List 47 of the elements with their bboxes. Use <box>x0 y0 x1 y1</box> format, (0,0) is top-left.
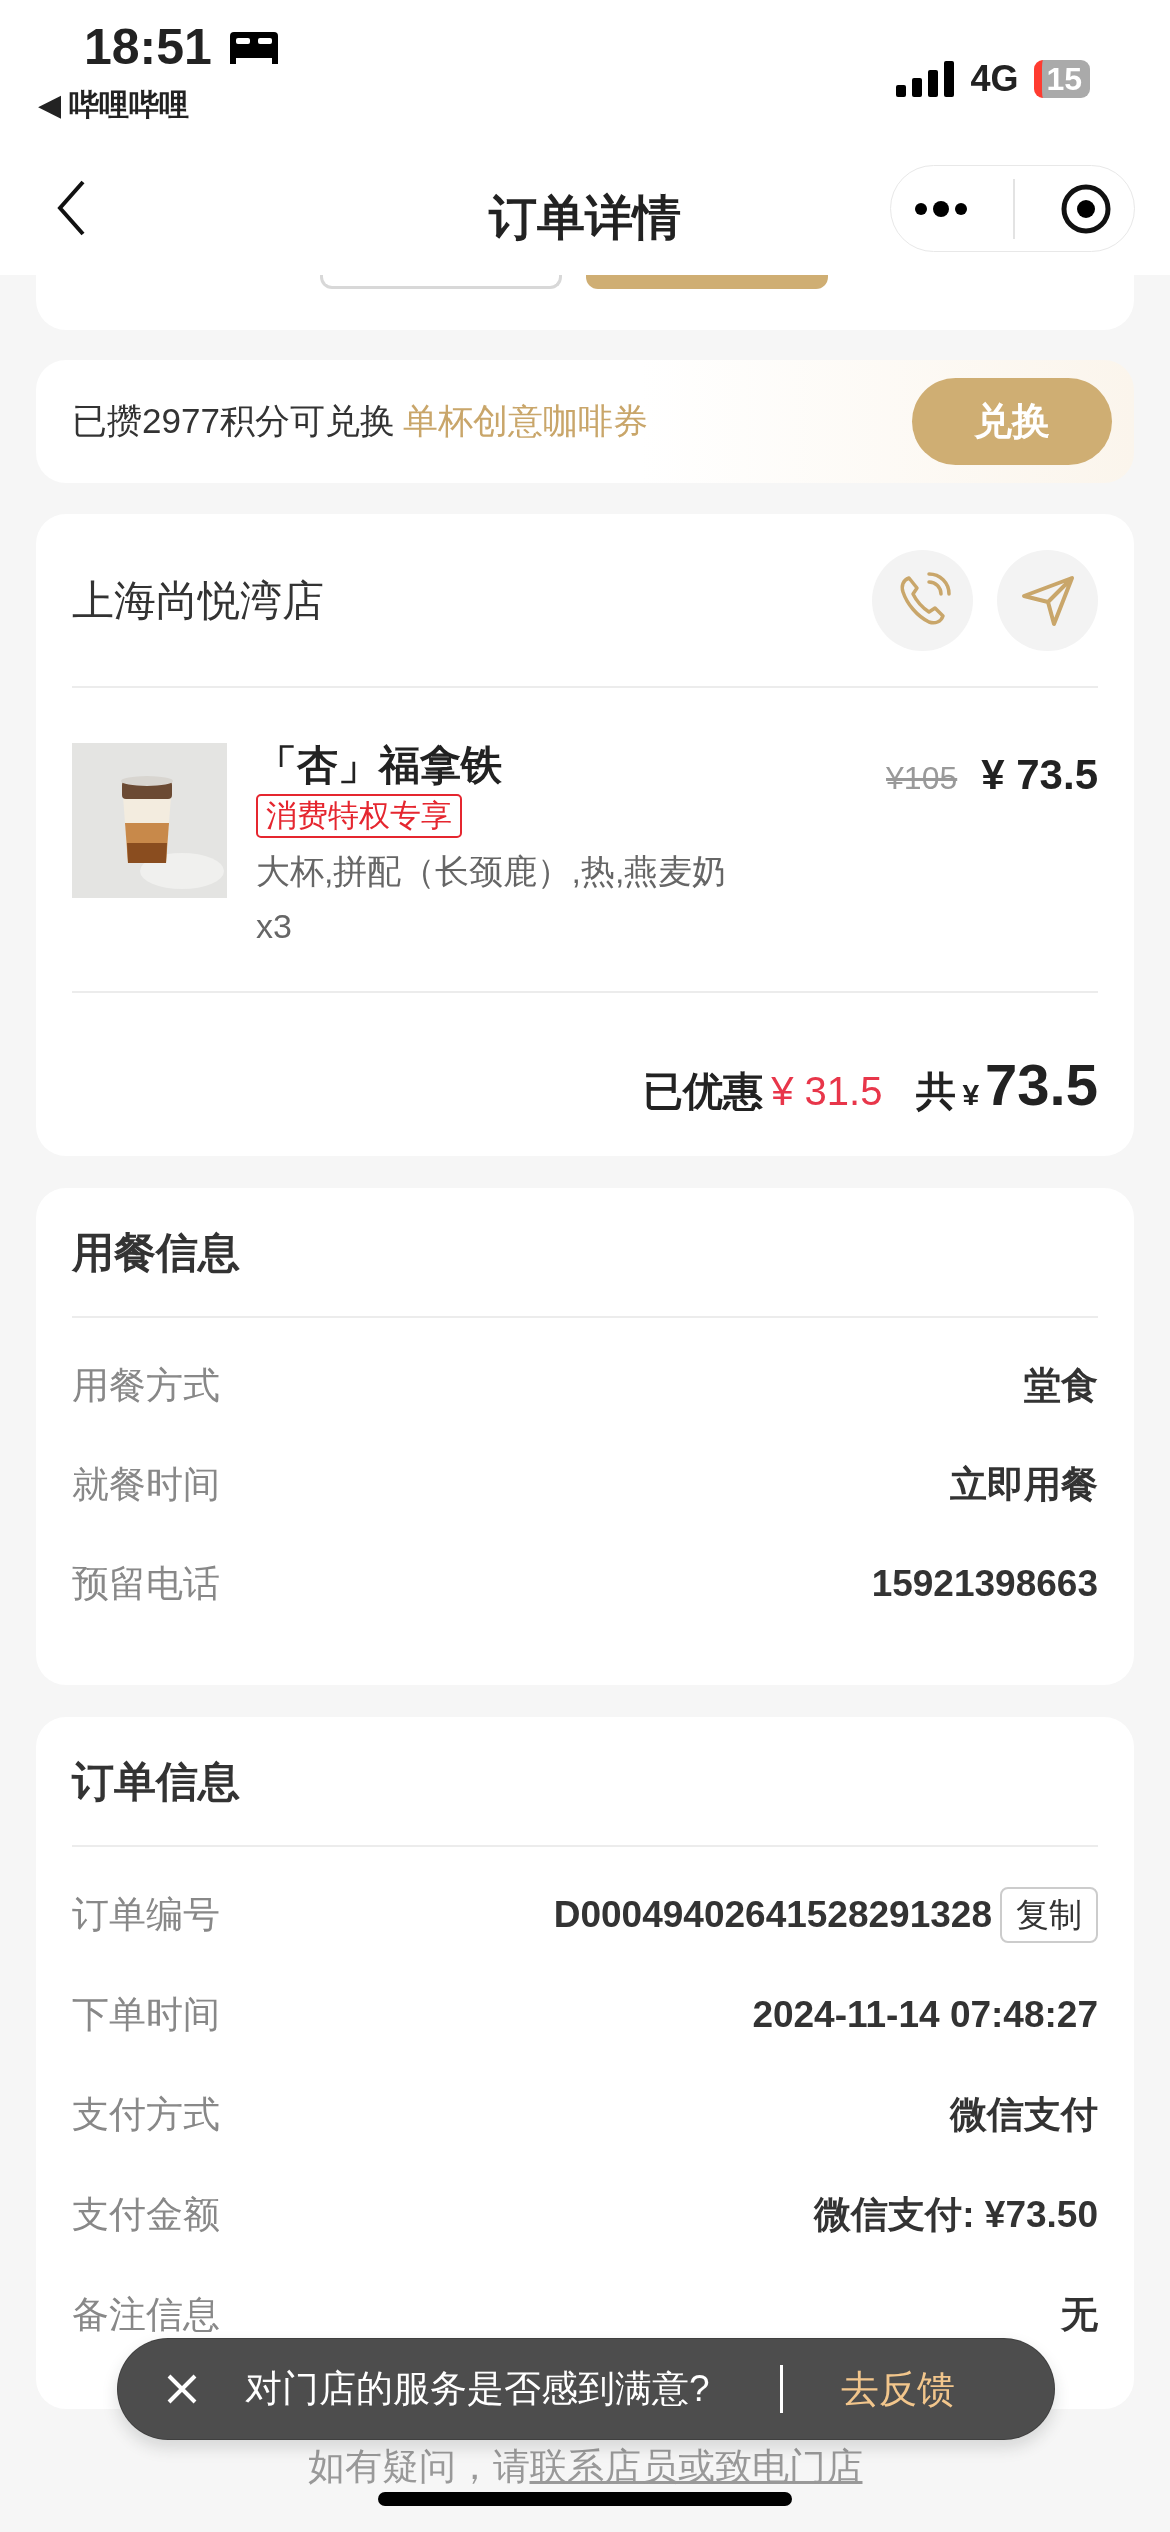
original-price: ¥105 <box>886 759 958 798</box>
copy-button[interactable]: 复制 <box>1000 1886 1098 1944</box>
field-value: 微信支付: ¥73.50 <box>814 2193 1098 2238</box>
total-label: 共 <box>916 1068 957 1115</box>
quantity: x3 <box>256 906 293 948</box>
currency-symbol: ¥ <box>962 1077 980 1113</box>
field-value: D00049402641528291328 <box>553 1893 992 1938</box>
field-label: 就餐时间 <box>72 1462 220 1507</box>
status-time: 18:51 <box>84 22 212 72</box>
field-value: 2024-11-14 07:48:27 <box>752 1993 1098 2038</box>
network-label: 4G <box>970 61 1019 97</box>
product-price: ¥ 73.5 <box>981 750 1098 800</box>
field-value: 无 <box>1061 2293 1098 2338</box>
field-value: 15921398663 <box>871 1561 1098 1606</box>
store-name: 上海尚悦湾店 <box>72 575 324 626</box>
help-text: 如有疑问，请联系店员或致电门店 <box>306 2445 864 2489</box>
back-icon[interactable] <box>56 180 86 236</box>
field-value: 微信支付 <box>950 2093 1098 2138</box>
field-label: 支付金额 <box>72 2193 220 2238</box>
field-label: 订单编号 <box>72 1893 220 1938</box>
discount-amount: ¥ 31.5 <box>771 1068 883 1115</box>
field-label: 用餐方式 <box>72 1363 220 1408</box>
section-title: 用餐信息 <box>70 1227 241 1278</box>
feedback-button[interactable]: 去反馈 <box>834 2359 961 2419</box>
field-value: 堂食 <box>1024 1363 1098 1408</box>
product-specs: 大杯,拼配（长颈鹿）,热,燕麦奶 <box>256 851 728 893</box>
field-label: 备注信息 <box>72 2293 220 2338</box>
field-label: 支付方式 <box>72 2093 220 2138</box>
more-icon[interactable] <box>913 200 970 217</box>
discount-label: 已优惠 <box>643 1068 764 1115</box>
signal-icon <box>896 61 955 97</box>
page-title: 订单详情 <box>489 189 681 246</box>
back-to-app-link[interactable]: ◀ 哔哩哔哩 <box>38 82 280 127</box>
field-label: 预留电话 <box>72 1561 220 1606</box>
product-name: 「杏」福拿铁 <box>256 743 503 789</box>
close-mini-program-icon[interactable] <box>1059 182 1112 235</box>
feedback-question: 对门店的服务是否感到满意? <box>245 2367 710 2412</box>
bed-icon <box>227 30 280 64</box>
contact-link[interactable]: 联系店员或致电门店 <box>529 2446 863 2487</box>
field-label: 下单时间 <box>72 1993 220 2038</box>
total-amount: 73.5 <box>985 1051 1098 1119</box>
field-value: 立即用餐 <box>950 1462 1098 1507</box>
points-text: 已攒2977积分可兑换 <box>72 400 395 443</box>
close-icon[interactable] <box>166 2373 198 2405</box>
privilege-tag: 消费特权专享 <box>256 794 462 839</box>
battery-indicator: 15 <box>1034 60 1090 98</box>
section-title: 订单信息 <box>70 1756 241 1807</box>
